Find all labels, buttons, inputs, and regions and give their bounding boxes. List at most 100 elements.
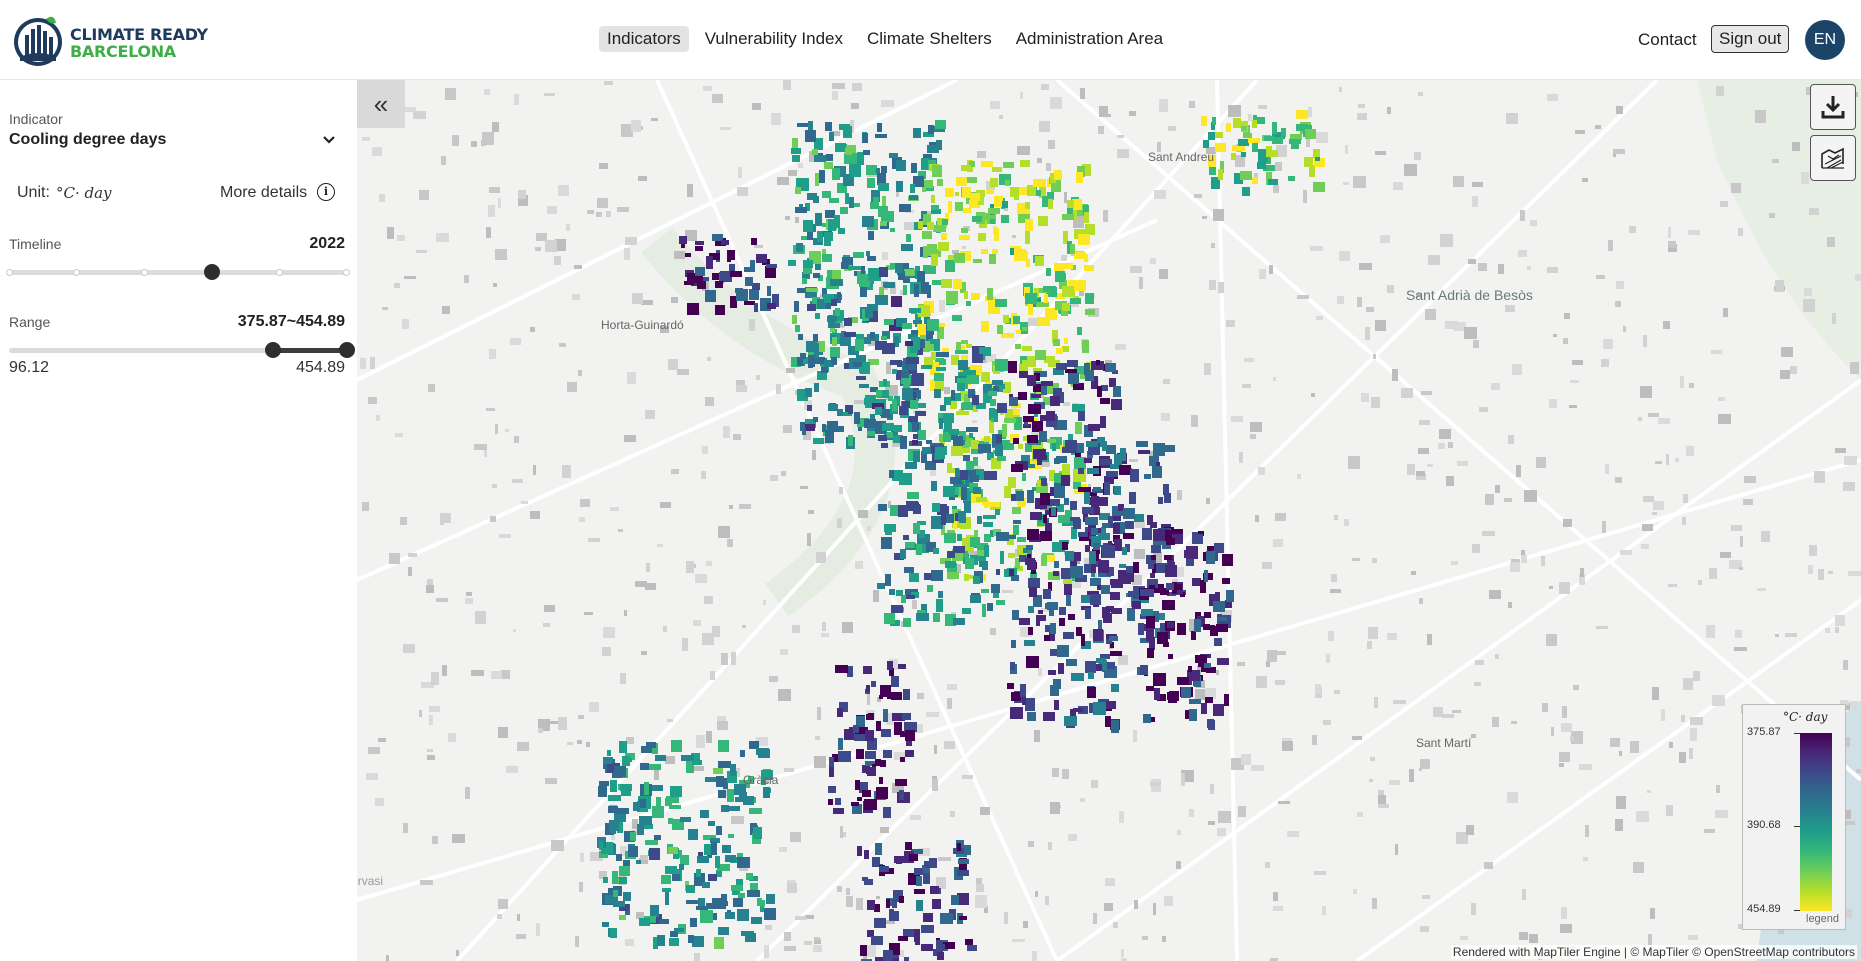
indicator-building[interactable]	[973, 457, 978, 466]
chevron-down-icon[interactable]	[322, 135, 336, 145]
indicator-building[interactable]	[953, 279, 962, 289]
indicator-building[interactable]	[956, 177, 967, 186]
indicator-building[interactable]	[1057, 645, 1069, 657]
indicator-building[interactable]	[1090, 594, 1101, 605]
indicator-building[interactable]	[916, 876, 922, 886]
indicator-building[interactable]	[716, 776, 724, 787]
indicator-building[interactable]	[829, 757, 834, 767]
indicator-building[interactable]	[1241, 126, 1247, 131]
indicator-building[interactable]	[866, 165, 877, 175]
indicator-building[interactable]	[1134, 514, 1144, 522]
indicator-building[interactable]	[1106, 471, 1118, 477]
indicator-building[interactable]	[829, 198, 839, 203]
indicator-building[interactable]	[1091, 528, 1098, 535]
indicator-building[interactable]	[712, 234, 723, 241]
indicator-building[interactable]	[831, 357, 837, 365]
indicator-building[interactable]	[931, 205, 939, 210]
indicator-building[interactable]	[992, 249, 998, 254]
indicator-building[interactable]	[1041, 555, 1047, 566]
indicator-building[interactable]	[962, 187, 971, 198]
indicator-building[interactable]	[655, 755, 666, 761]
indicator-building[interactable]	[1002, 201, 1008, 208]
indicator-building[interactable]	[844, 332, 856, 337]
indicator-building[interactable]	[913, 434, 918, 439]
indicator-building[interactable]	[1078, 411, 1085, 421]
indicator-building[interactable]	[728, 834, 734, 838]
indicator-building[interactable]	[866, 685, 870, 692]
indicator-building[interactable]	[1207, 719, 1214, 728]
indicator-building[interactable]	[1248, 138, 1260, 143]
indicator-building[interactable]	[1054, 263, 1064, 271]
indicator-building[interactable]	[900, 436, 907, 449]
indicator-building[interactable]	[1062, 464, 1070, 476]
indicator-building[interactable]	[986, 189, 994, 194]
indicator-building[interactable]	[913, 347, 918, 353]
indicator-building[interactable]	[984, 471, 997, 480]
map-canvas[interactable]	[357, 80, 1861, 961]
range-slider-high-thumb[interactable]	[339, 342, 355, 358]
indicator-building[interactable]	[1126, 566, 1133, 573]
indicator-building[interactable]	[828, 404, 838, 411]
indicator-building[interactable]	[803, 260, 813, 268]
indicator-building[interactable]	[921, 158, 929, 170]
indicator-building[interactable]	[1150, 522, 1157, 528]
indicator-building[interactable]	[940, 405, 946, 411]
indicator-building[interactable]	[1093, 702, 1106, 715]
indicator-building[interactable]	[879, 777, 883, 784]
indicator-building[interactable]	[737, 857, 750, 868]
indicator-building[interactable]	[874, 918, 886, 928]
indicator-building[interactable]	[805, 130, 816, 142]
indicator-building[interactable]	[1162, 600, 1175, 610]
indicator-building[interactable]	[1226, 123, 1231, 132]
indicator-building[interactable]	[877, 583, 885, 589]
indicator-building[interactable]	[630, 832, 636, 841]
indicator-building[interactable]	[815, 313, 820, 319]
indicator-building[interactable]	[835, 665, 848, 673]
indicator-building[interactable]	[1241, 152, 1246, 157]
indicator-building[interactable]	[1065, 551, 1074, 561]
indicator-building[interactable]	[1064, 338, 1068, 344]
indicator-building[interactable]	[966, 344, 972, 348]
indicator-building[interactable]	[1130, 469, 1139, 482]
indicator-building[interactable]	[612, 871, 618, 884]
indicator-building[interactable]	[992, 167, 1002, 172]
indicator-building[interactable]	[899, 473, 912, 485]
indicator-building[interactable]	[1195, 655, 1207, 663]
collapse-sidebar-button[interactable]: «	[357, 80, 405, 128]
indicator-building[interactable]	[1013, 316, 1020, 324]
indicator-building[interactable]	[1158, 632, 1168, 643]
indicator-building[interactable]	[1093, 543, 1100, 550]
indicator-building[interactable]	[1085, 224, 1095, 235]
indicator-building[interactable]	[1257, 162, 1266, 169]
indicator-building[interactable]	[1204, 663, 1211, 668]
indicator-building[interactable]	[1047, 602, 1058, 610]
indicator-building[interactable]	[744, 267, 755, 272]
indicator-building[interactable]	[894, 425, 902, 432]
indicator-building[interactable]	[1148, 564, 1154, 569]
indicator-building[interactable]	[1003, 315, 1009, 323]
indicator-building[interactable]	[1102, 545, 1115, 558]
indicator-building[interactable]	[1217, 658, 1229, 665]
indicator-building[interactable]	[885, 184, 889, 190]
indicator-building[interactable]	[715, 281, 723, 288]
indicator-building[interactable]	[905, 542, 915, 548]
indicator-building[interactable]	[1035, 256, 1044, 266]
indicator-building[interactable]	[657, 935, 665, 946]
indicator-building[interactable]	[1070, 298, 1081, 304]
indicator-building[interactable]	[973, 487, 981, 494]
indicator-building[interactable]	[1097, 585, 1101, 590]
indicator-building[interactable]	[924, 861, 937, 868]
indicator-building[interactable]	[932, 899, 941, 909]
indicator-building[interactable]	[955, 202, 963, 211]
indicator-building[interactable]	[1105, 716, 1111, 727]
indicator-building[interactable]	[942, 219, 948, 225]
indicator-building[interactable]	[826, 154, 833, 161]
indicator-building[interactable]	[735, 288, 743, 293]
indicator-building[interactable]	[991, 584, 1000, 593]
indicator-building[interactable]	[891, 676, 899, 687]
indicator-building[interactable]	[1023, 416, 1034, 422]
contact-link[interactable]: Contact	[1638, 30, 1697, 50]
indicator-building[interactable]	[964, 291, 968, 299]
indicator-building[interactable]	[749, 741, 759, 749]
indicator-building[interactable]	[1020, 684, 1026, 697]
